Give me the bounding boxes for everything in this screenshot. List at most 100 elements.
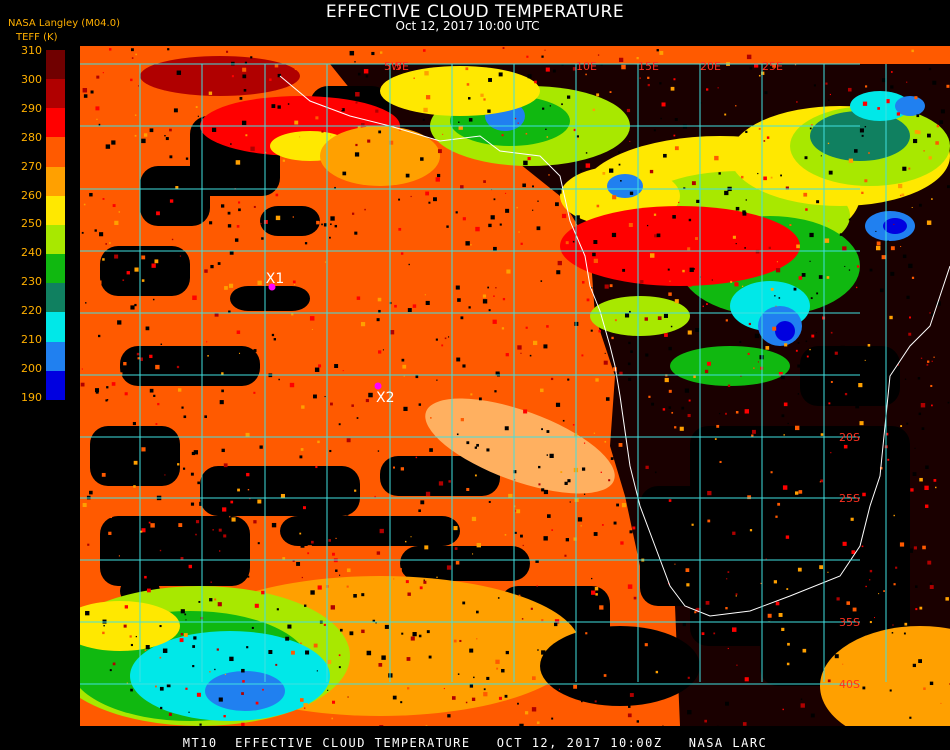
cloud-speckle: [137, 357, 140, 360]
cloud-speckle: [904, 622, 908, 626]
cloud-speckle: [293, 283, 296, 286]
cloud-speckle: [316, 670, 318, 672]
cloud-speckle: [576, 215, 580, 219]
cloud-speckle: [331, 717, 334, 720]
cloud-speckle: [727, 622, 729, 625]
cloud-speckle: [499, 223, 502, 226]
cloud-speckle: [474, 474, 477, 477]
cloud-speckle: [531, 676, 536, 681]
cloud-speckle: [456, 357, 461, 362]
cloud-speckle: [900, 245, 902, 247]
cloud-speckle: [379, 528, 384, 534]
cloud-speckle: [144, 649, 147, 652]
cloud-speckle: [460, 468, 463, 471]
cloud-speckle: [393, 578, 395, 580]
cloud-speckle: [775, 305, 777, 307]
cloud-speckle: [561, 213, 567, 219]
cloud-speckle: [513, 719, 517, 724]
cloud-speckle: [183, 415, 187, 419]
cloud-speckle: [412, 304, 417, 308]
cloud-speckle: [376, 551, 381, 555]
cloud-speckle: [806, 355, 809, 358]
cloud-speckle: [713, 632, 716, 635]
cloud-speckle: [356, 417, 359, 419]
cloud-speckle: [867, 344, 871, 347]
cloud-speckle: [742, 722, 747, 726]
cloud-speckle: [131, 64, 134, 68]
cloud-speckle: [593, 535, 598, 540]
cloud-speckle: [929, 312, 931, 314]
cloud-speckle: [636, 720, 640, 723]
cloud-speckle: [599, 605, 604, 610]
cloud-speckle: [843, 444, 848, 449]
cloud-speckle: [770, 287, 774, 291]
cloud-speckle: [526, 55, 529, 58]
cloud-speckle: [816, 200, 820, 204]
cloud-speckle: [280, 493, 286, 499]
cloud-speckle: [612, 543, 617, 548]
cloud-speckle: [219, 400, 224, 405]
cloud-speckle: [103, 624, 105, 627]
cloud-speckle: [290, 241, 294, 245]
cloud-speckle: [268, 650, 273, 655]
cloud-speckle: [124, 605, 129, 609]
cloud-speckle: [741, 285, 744, 287]
cloud-speckle: [914, 96, 918, 100]
cloud-speckle: [911, 694, 916, 698]
cloud-speckle: [521, 618, 524, 620]
cloud-speckle: [114, 220, 119, 225]
cloud-speckle: [261, 590, 265, 595]
cloud-speckle: [913, 546, 917, 550]
cloud-speckle: [864, 359, 866, 361]
cloud-speckle: [545, 128, 547, 131]
cloud-speckle: [102, 631, 105, 635]
cloud-speckle: [179, 255, 182, 257]
cloud-speckle: [847, 664, 850, 667]
cloud-speckle: [291, 313, 294, 316]
cloud-speckle: [505, 353, 509, 357]
cloud-speckle: [517, 345, 522, 350]
cloud-speckle: [809, 260, 811, 262]
clear-sky-patch: [140, 166, 210, 226]
cloud-speckle: [727, 647, 729, 650]
cloud-speckle: [820, 155, 822, 157]
cloud-speckle: [112, 662, 116, 666]
cloud-speckle: [775, 679, 780, 684]
cloud-speckle: [180, 609, 185, 614]
cloud-speckle: [655, 670, 659, 674]
cloud-speckle: [890, 85, 894, 89]
cloud-speckle: [222, 507, 227, 512]
clear-sky-patch: [100, 246, 190, 296]
cloud-speckle: [781, 462, 783, 465]
cloud-speckle: [772, 113, 774, 116]
cloud-speckle: [287, 103, 290, 105]
cloud-speckle: [663, 313, 668, 318]
cloud-speckle: [613, 521, 617, 525]
cloud-speckle: [214, 668, 216, 671]
cloud-speckle: [742, 210, 746, 214]
cloud-speckle: [226, 50, 228, 53]
cloud-speckle: [649, 253, 655, 258]
cloud-speckle: [827, 220, 830, 222]
cloud-speckle: [117, 320, 122, 325]
cloud-speckle: [929, 585, 934, 589]
cloud-speckle: [897, 455, 902, 460]
cloud-speckle: [810, 297, 813, 300]
cloud-speckle: [483, 688, 486, 691]
cloud-speckle: [735, 595, 737, 597]
cloud-speckle: [685, 568, 690, 573]
cloud-speckle: [230, 564, 234, 568]
cloud-speckle: [255, 701, 259, 705]
cloud-speckle: [661, 657, 666, 662]
cloud-speckle: [262, 406, 264, 408]
cloud-speckle: [366, 650, 372, 656]
cloud-speckle: [674, 118, 678, 122]
cloud-speckle: [682, 269, 685, 273]
cloud-speckle: [364, 517, 367, 520]
cloud-speckle: [342, 370, 344, 372]
cloud-speckle: [657, 316, 662, 321]
cloud-speckle: [781, 414, 785, 418]
cloud-speckle: [918, 203, 922, 207]
cloud-speckle: [591, 577, 593, 580]
cloud-speckle: [247, 575, 250, 578]
